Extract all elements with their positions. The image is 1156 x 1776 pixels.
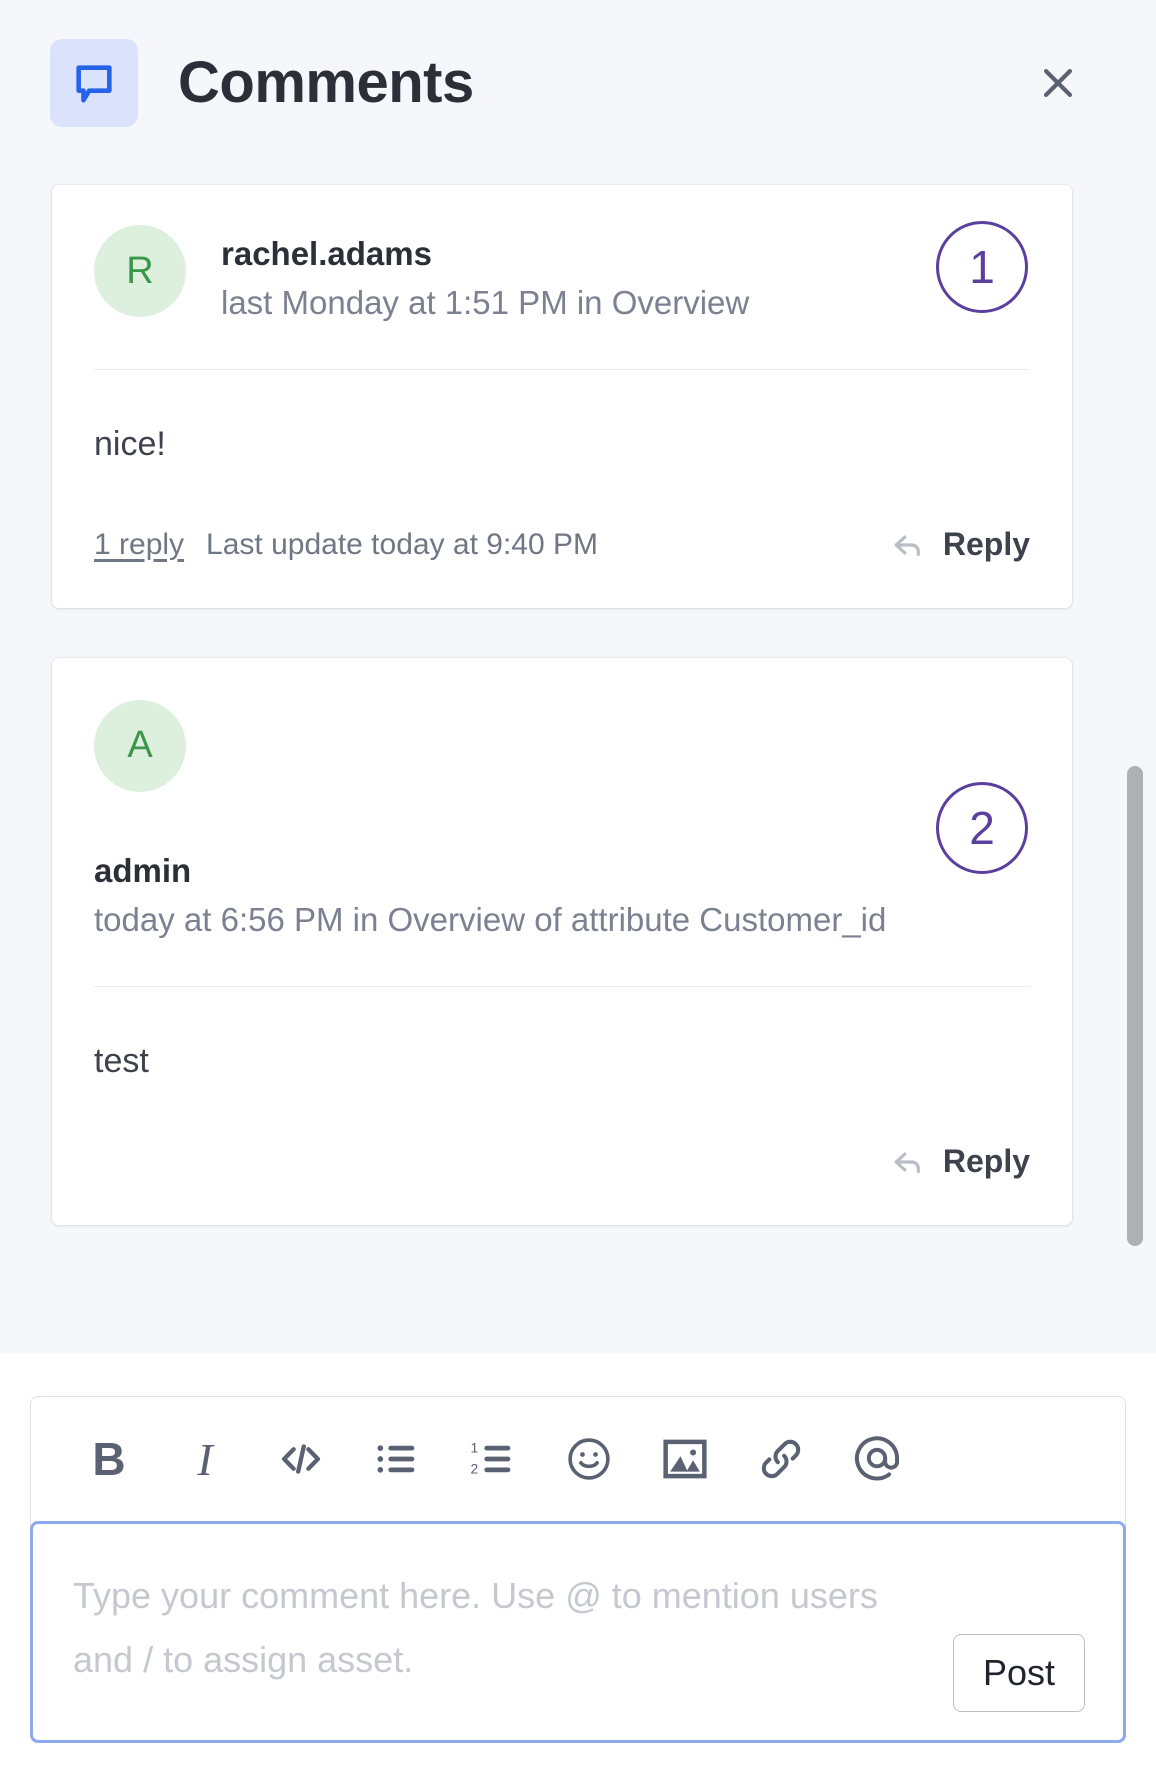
comment-bubble-icon: [50, 39, 138, 127]
reply-arrow-icon: [894, 1152, 920, 1174]
comment-cards-container: 1 R rachel.adams last Monday at 1:51 PM …: [52, 185, 1072, 1225]
reply-button[interactable]: Reply: [889, 1143, 1030, 1181]
mention-icon[interactable]: [843, 1425, 911, 1493]
scrollbar[interactable]: [1124, 166, 1146, 1353]
comment-body: nice!: [94, 424, 166, 463]
formatting-toolbar: B I 1 2: [31, 1397, 1125, 1521]
bold-icon[interactable]: B: [75, 1425, 143, 1493]
comment-input[interactable]: Type your comment here. Use @ to mention…: [30, 1521, 1126, 1743]
reply-button[interactable]: Reply: [889, 526, 1030, 564]
italic-icon[interactable]: I: [171, 1425, 239, 1493]
reply-label: Reply: [942, 526, 1030, 563]
comment-card[interactable]: 2 A admin today at 6:56 PM in Overview o…: [52, 657, 1072, 1225]
comment-card[interactable]: 1 R rachel.adams last Monday at 1:51 PM …: [52, 185, 1072, 608]
svg-text:2: 2: [470, 1460, 478, 1476]
reply-label: Reply: [942, 1143, 1030, 1180]
comment-author-block: rachel.adams last Monday at 1:51 PM in O…: [221, 225, 1030, 325]
svg-text:1: 1: [470, 1440, 478, 1456]
last-update-text: Last update today at 9:40 PM: [206, 527, 598, 561]
comment-order-badge: 1: [936, 221, 1028, 313]
avatar: R: [94, 225, 186, 317]
link-icon[interactable]: [747, 1425, 815, 1493]
scrollbar-thumb[interactable]: [1127, 766, 1143, 1246]
comment-order-badge: 2: [936, 781, 1028, 874]
comments-panel: Comments 1 R rachel.adams last Monday at…: [0, 0, 1156, 1776]
bulleted-list-icon[interactable]: [363, 1425, 431, 1493]
comment-footer: 1 reply Last update today at 9:40 PM Rep…: [94, 526, 1030, 608]
post-button[interactable]: Post: [953, 1634, 1085, 1712]
comment-author: admin: [94, 851, 192, 889]
avatar: A: [94, 699, 186, 792]
comment-composer: B I 1 2 Type your comment here. Use @ to…: [0, 1353, 1156, 1776]
image-icon[interactable]: [651, 1425, 719, 1493]
close-icon[interactable]: [1026, 51, 1090, 115]
comment-meta: last Monday at 1:51 PM in Overview: [221, 284, 750, 322]
code-icon[interactable]: [267, 1425, 335, 1493]
comment-list: 1 R rachel.adams last Monday at 1:51 PM …: [0, 166, 1156, 1353]
panel-header: Comments: [0, 0, 1156, 166]
comment-input-placeholder: Type your comment here. Use @ to mention…: [73, 1575, 878, 1681]
comment-body: test: [94, 1041, 149, 1080]
comment-header: R rachel.adams last Monday at 1:51 PM in…: [94, 185, 1030, 369]
reply-count-link[interactable]: 1 reply: [94, 528, 184, 562]
comment-footer: Reply: [94, 1143, 1030, 1225]
comment-author: rachel.adams: [221, 235, 432, 272]
reply-arrow-icon: [894, 535, 920, 557]
composer-frame: B I 1 2 Type your comment here. Use @ to…: [30, 1396, 1126, 1743]
page-title: Comments: [178, 50, 474, 115]
numbered-list-icon[interactable]: 1 2: [459, 1425, 527, 1493]
comment-meta: today at 6:56 PM in Overview of attribut…: [94, 901, 887, 939]
emoji-icon[interactable]: [555, 1425, 623, 1493]
comment-header: A admin today at 6:56 PM in Overview of …: [94, 658, 1030, 986]
